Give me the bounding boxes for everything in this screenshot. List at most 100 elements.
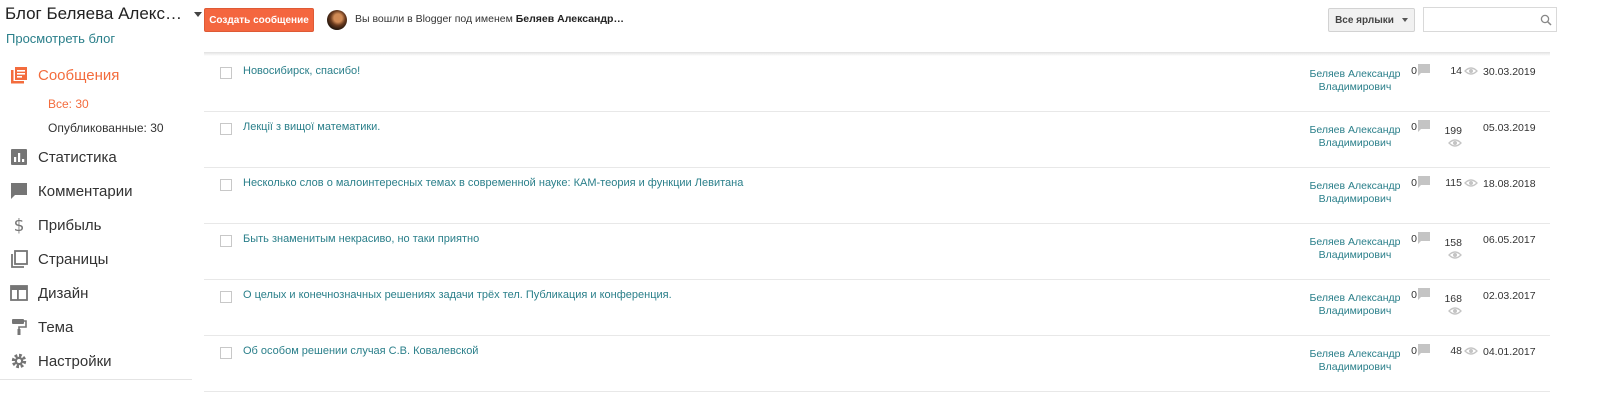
labels-filter-dropdown[interactable]: Все ярлыки [1328,8,1415,32]
comment-icon [1418,120,1430,132]
comments-count: 0 [1411,289,1417,301]
svg-text:$: $ [14,216,25,234]
post-author-link[interactable]: Беляев Александр Владимирович [1300,124,1410,150]
views-count: 14 [1450,65,1462,77]
comments-count: 0 [1411,177,1417,189]
comment-icon [1418,288,1430,300]
sidebar-item-label: Сообщения [38,66,120,84]
sidebar-item-label: Дизайн [38,284,89,302]
comments-count: 0 [1411,121,1417,133]
sidebar: Блог Беляева Алекс… Просмотреть блог Соо… [0,0,202,404]
table-row: Несколько слов о малоинтересных темах в … [204,168,1550,224]
paint-roller-icon [0,318,38,336]
chevron-down-icon[interactable] [193,11,202,17]
eye-icon [1448,139,1462,147]
pages-icon [0,250,38,268]
sidebar-item-settings[interactable]: Настройки [0,344,196,378]
views-count: 115 [1445,177,1462,189]
blog-title[interactable]: Блог Беляева Алекс… [5,4,182,24]
logged-in-status: Вы вошли в Blogger под именем Беляев Але… [355,13,624,25]
post-title-link[interactable]: Об особом решении случая С.В. Ковалевско… [243,345,478,357]
views-count: 168 [1444,293,1462,305]
post-title-link[interactable]: Новосибирск, спасибо! [243,65,360,77]
eye-icon [1464,67,1478,75]
sidebar-divider [0,379,192,380]
dollar-icon: $ [0,216,38,234]
comment-icon [1418,232,1430,244]
comment-icon [1418,344,1430,356]
posts-icon [0,66,38,84]
search-icon[interactable] [1540,14,1552,26]
post-date: 02.03.2017 [1483,290,1536,302]
gear-icon [0,352,38,370]
comments-count: 0 [1411,65,1417,77]
post-date: 04.01.2017 [1483,346,1536,358]
sidebar-item-posts[interactable]: Сообщения [0,58,196,92]
comments-count: 0 [1411,345,1417,357]
sidebar-item-comments[interactable]: Комментарии [0,174,196,208]
post-title-link[interactable]: Лекції з вищої математики. [243,121,380,133]
post-author-link[interactable]: Беляев Александр Владимирович [1300,68,1410,94]
post-author-link[interactable]: Беляев Александр Владимирович [1300,348,1410,374]
comments-count: 0 [1411,233,1417,245]
post-checkbox[interactable] [220,347,232,359]
eye-icon [1464,179,1478,187]
sidebar-subitem-all[interactable]: Все: 30 [0,92,196,116]
view-blog-link[interactable]: Просмотреть блог [6,31,115,46]
comment-icon [1418,176,1430,188]
search-input[interactable] [1424,8,1534,31]
comments-icon [0,182,38,200]
blog-selector[interactable]: Блог Беляева Алекс… [5,4,202,24]
sidebar-item-label: Статистика [38,148,117,166]
table-row: Лекції з вищої математики. Беляев Алекса… [204,112,1550,168]
eye-icon [1464,347,1478,355]
post-title-link[interactable]: Несколько слов о малоинтересных темах в … [243,177,743,189]
views-count: 199 [1444,125,1462,137]
sidebar-item-label: Тема [38,318,74,336]
sidebar-item-label: Прибыль [38,216,102,234]
post-date: 05.03.2019 [1483,122,1536,134]
post-checkbox[interactable] [220,235,232,247]
sidebar-nav: Сообщения Все: 30 Опубликованные: 30 Ста… [0,58,196,378]
avatar[interactable] [327,10,347,30]
sidebar-item-label: Настройки [38,352,112,370]
sidebar-item-label: Страницы [38,250,109,268]
post-checkbox[interactable] [220,179,232,191]
search-box[interactable] [1423,7,1557,32]
table-row: Об особом решении случая С.В. Ковалевско… [204,336,1550,392]
logged-in-name: Беляев Александр… [515,13,624,25]
post-author-link[interactable]: Беляев Александр Владимирович [1300,180,1410,206]
sidebar-item-layout[interactable]: Дизайн [0,276,196,310]
sidebar-item-label: Комментарии [38,182,133,200]
chevron-down-icon [1401,18,1408,22]
post-date: 06.05.2017 [1483,234,1536,246]
table-row: О целых и конечнозначных решениях задачи… [204,280,1550,336]
create-post-button[interactable]: Создать сообщение [204,8,314,32]
post-checkbox[interactable] [220,291,232,303]
views-count: 48 [1450,345,1462,357]
eye-icon [1448,251,1462,259]
views-count: 158 [1444,237,1462,249]
post-date: 30.03.2019 [1483,66,1536,78]
labels-filter-label: Все ярлыки [1335,14,1394,26]
post-title-link[interactable]: Быть знаменитым некрасиво, но таки прият… [243,233,479,245]
sidebar-item-pages[interactable]: Страницы [0,242,196,276]
post-checkbox[interactable] [220,67,232,79]
sidebar-subitem-published[interactable]: Опубликованные: 30 [0,116,196,140]
post-author-link[interactable]: Беляев Александр Владимирович [1300,236,1410,262]
sidebar-item-theme[interactable]: Тема [0,310,196,344]
eye-icon [1448,307,1462,315]
post-author-link[interactable]: Беляев Александр Владимирович [1300,292,1410,318]
post-date: 18.08.2018 [1483,178,1536,190]
comment-icon [1418,64,1430,76]
logged-in-prefix: Вы вошли в Blogger под именем [355,13,516,25]
stats-icon [0,148,38,166]
layout-icon [0,284,38,302]
post-title-link[interactable]: О целых и конечнозначных решениях задачи… [243,289,672,301]
post-checkbox[interactable] [220,123,232,135]
table-row: Новосибирск, спасибо! Беляев Александр В… [204,56,1550,112]
table-row: Быть знаменитым некрасиво, но таки прият… [204,224,1550,280]
posts-list: Новосибирск, спасибо! Беляев Александр В… [204,56,1550,392]
sidebar-item-stats[interactable]: Статистика [0,140,196,174]
sidebar-item-earnings[interactable]: $ Прибыль [0,208,196,242]
